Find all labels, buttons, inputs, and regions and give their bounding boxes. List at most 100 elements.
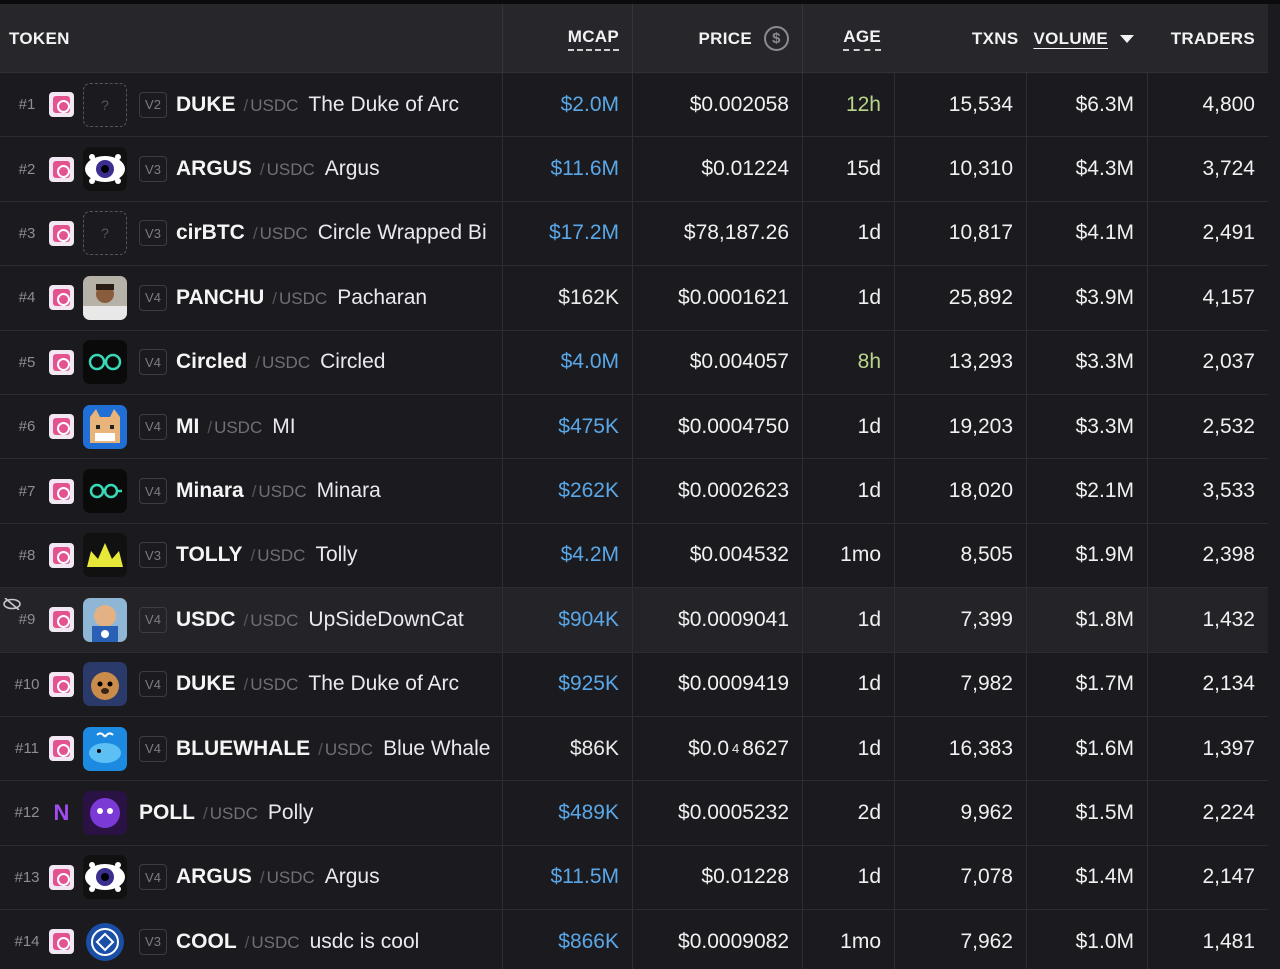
token-name: usdc is cool xyxy=(309,929,420,953)
table-row[interactable]: #12 N POLL / USDC Polly $489K $0.0005232 … xyxy=(0,781,1268,846)
token-names[interactable]: DUKE / USDC The Duke of Arc xyxy=(176,672,498,696)
header-age-label[interactable]: AGE xyxy=(843,27,881,51)
table-row[interactable]: #3 ? V3 cirBTC / USDC Circle Wrapped Bi $… xyxy=(0,201,1268,267)
token-names[interactable]: DUKE / USDC The Duke of Arc xyxy=(176,93,498,117)
token-cell[interactable]: #1 ? V2 DUKE / USDC The Duke of Arc xyxy=(0,73,502,136)
quote-token: / USDC xyxy=(255,353,311,373)
token-cell[interactable]: #11 V4 BLUEWHALE / USDC Blue Whale xyxy=(0,717,502,780)
token-cell[interactable]: #6 V4 MI / USDC MI xyxy=(0,395,502,458)
token-symbol[interactable]: TOLLY xyxy=(176,543,243,567)
txns-cell: 13,293 xyxy=(894,330,1026,394)
token-symbol[interactable]: PANCHU xyxy=(176,286,264,310)
token-cell[interactable]: #14 V3 COOL / USDC usdc is cool xyxy=(0,910,502,969)
table-row[interactable]: #11 V4 BLUEWHALE / USDC Blue Whale $86K $… xyxy=(0,716,1268,782)
sort-desc-icon[interactable] xyxy=(1120,34,1134,43)
table-row[interactable]: #14 V3 COOL / USDC usdc is cool $866K $0.… xyxy=(0,910,1268,969)
token-name: Tolly xyxy=(315,543,358,567)
token-names[interactable]: COOL / USDC usdc is cool xyxy=(176,930,498,954)
token-symbol[interactable]: COOL xyxy=(176,930,237,954)
token-symbol[interactable]: USDC xyxy=(176,608,236,632)
price-cell: $78,187.26 xyxy=(632,201,802,266)
token-symbol[interactable]: ARGUS xyxy=(176,157,252,181)
header-mcap-label[interactable]: MCAP xyxy=(567,27,619,51)
token-names[interactable]: POLL / USDC Polly xyxy=(139,801,461,825)
header-price-label[interactable]: PRICE xyxy=(699,29,752,49)
price-main: $0.0 xyxy=(688,736,730,760)
token-symbol[interactable]: BLUEWHALE xyxy=(176,737,310,761)
table-row[interactable]: #7 V4 Minara / USDC Minara $262K $0.00026… xyxy=(0,459,1268,524)
token-names[interactable]: Circled / USDC Circled xyxy=(176,350,498,374)
quote-symbol: USDC xyxy=(257,546,306,566)
table-row[interactable]: #2 V3 ARGUS / USDC Argus $11.6M $0.01224 … xyxy=(0,137,1268,202)
volume-cell: $1.6M xyxy=(1026,716,1147,781)
token-name: Polly xyxy=(267,800,314,824)
table-row[interactable]: #8 V3 TOLLY / USDC Tolly $4.2M $0.004532 … xyxy=(0,523,1268,589)
rank-number: #11 xyxy=(15,740,39,758)
header-mcap[interactable]: MCAP xyxy=(502,4,632,73)
quote-token: / USDC xyxy=(259,160,315,180)
token-cell[interactable]: #2 V3 ARGUS / USDC Argus xyxy=(0,137,502,200)
table-row[interactable]: #6 V4 MI / USDC MI $475K $0.0004750 1d 19… xyxy=(0,394,1268,460)
token-cell[interactable]: #12 N POLL / USDC Polly xyxy=(0,781,502,844)
token-symbol[interactable]: DUKE xyxy=(176,93,236,117)
token-symbol[interactable]: POLL xyxy=(139,801,195,825)
token-cell[interactable]: #13 V4 ARGUS / USDC Argus xyxy=(0,846,502,909)
token-symbol[interactable]: ARGUS xyxy=(176,865,252,889)
token-names[interactable]: TOLLY / USDC Tolly xyxy=(176,543,498,567)
token-cell[interactable]: #5 V4 Circled / USDC Circled xyxy=(0,331,502,394)
table-row[interactable]: #4 V4 PANCHU / USDC Pacharan $162K $0.000… xyxy=(0,266,1268,331)
token-cell[interactable]: #4 V4 PANCHU / USDC Pacharan xyxy=(0,266,502,329)
token-names[interactable]: ARGUS / USDC Argus xyxy=(176,157,498,181)
table-row[interactable]: #1 ? V2 DUKE / USDC The Duke of Arc $2.0M… xyxy=(0,73,1268,138)
traders-cell: 2,224 xyxy=(1147,781,1268,845)
token-symbol[interactable]: Minara xyxy=(176,479,244,503)
token-symbol[interactable]: cirBTC xyxy=(176,221,245,245)
token-symbol[interactable]: MI xyxy=(176,415,199,439)
header-volume-label[interactable]: VOLUME xyxy=(1033,29,1108,49)
token-cell[interactable]: #8 V3 TOLLY / USDC Tolly xyxy=(0,524,502,587)
quote-symbol: USDC xyxy=(251,932,300,952)
header-age[interactable]: AGE xyxy=(802,4,894,73)
token-cell[interactable]: #10 V4 DUKE / USDC The Duke of Arc xyxy=(0,653,502,716)
header-txns-volume: TXNS VOLUME xyxy=(894,4,1147,73)
token-name: The Duke of Arc xyxy=(308,92,459,116)
txns-cell: 10,310 xyxy=(894,137,1026,201)
rank-number: #9 xyxy=(18,611,36,629)
dex-unicorn-icon xyxy=(49,671,74,697)
table-row[interactable]: #5 V4 Circled / USDC Circled $4.0M $0.004… xyxy=(0,330,1268,395)
age-cell: 1d xyxy=(802,201,894,266)
token-names[interactable]: BLUEWHALE / USDC Blue Whale xyxy=(176,737,498,761)
token-names[interactable]: USDC / USDC UpSideDownCat xyxy=(176,608,498,632)
token-names[interactable]: ARGUS / USDC Argus xyxy=(176,865,498,889)
rank-number: #1 xyxy=(18,96,36,114)
hide-eye-icon[interactable] xyxy=(2,598,22,611)
table-row[interactable]: #10 V4 DUKE / USDC The Duke of Arc $925K … xyxy=(0,652,1268,717)
token-names[interactable]: cirBTC / USDC Circle Wrapped Bi xyxy=(176,221,498,245)
header-token[interactable]: TOKEN xyxy=(0,4,502,73)
token-names[interactable]: PANCHU / USDC Pacharan xyxy=(176,286,498,310)
table-row[interactable]: #13 V4 ARGUS / USDC Argus $11.5M $0.01228… xyxy=(0,845,1268,911)
token-cell[interactable]: #3 ? V3 cirBTC / USDC Circle Wrapped Bi xyxy=(0,202,502,265)
token-symbol[interactable]: DUKE xyxy=(176,672,236,696)
header-price[interactable]: PRICE $ xyxy=(632,4,802,73)
placeholder-question-icon: ? xyxy=(101,225,109,242)
quote-token: / USDC xyxy=(272,288,328,308)
token-cell[interactable]: #9 V4 USDC / USDC UpSideDownCat xyxy=(0,588,502,651)
quote-token: / USDC xyxy=(251,482,307,502)
age-cell: 1d xyxy=(802,459,894,523)
volume-cell: $2.1M xyxy=(1026,459,1147,523)
token-symbol[interactable]: Circled xyxy=(176,350,247,374)
token-names[interactable]: MI / USDC MI xyxy=(176,415,498,439)
rank-number: #14 xyxy=(14,933,40,951)
price-value: $0.01228 xyxy=(701,865,789,889)
header-txns-label[interactable]: TXNS xyxy=(972,29,1019,49)
table-row[interactable]: #9 V4 USDC / USDC UpSideDownCat $904K $0.… xyxy=(0,588,1268,653)
dex-n-icon: N xyxy=(53,799,70,825)
token-cell[interactable]: #7 V4 Minara / USDC Minara xyxy=(0,459,502,522)
token-names[interactable]: Minara / USDC Minara xyxy=(176,479,498,503)
age-cell: 1mo xyxy=(802,910,894,969)
dollar-currency-icon[interactable]: $ xyxy=(764,26,789,51)
txns-cell: 25,892 xyxy=(894,266,1026,330)
header-traders[interactable]: TRADERS xyxy=(1147,4,1268,73)
price-value: $0.004057 xyxy=(689,350,789,374)
